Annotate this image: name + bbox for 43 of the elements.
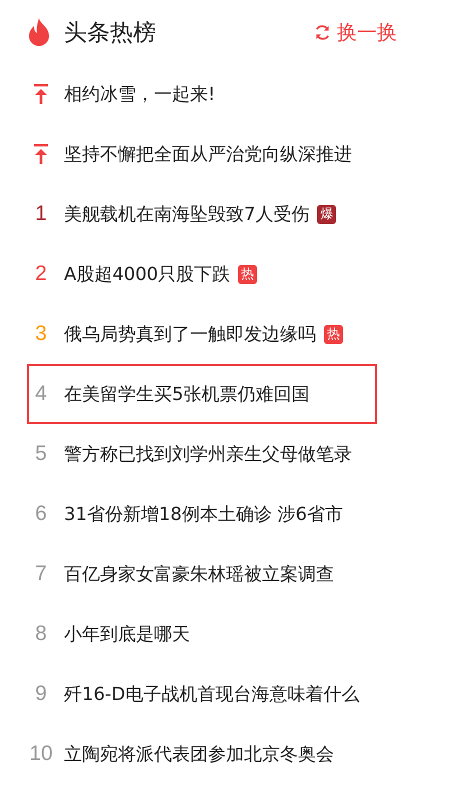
news-item[interactable]: 2 A股超4000只股下跌 热 bbox=[27, 244, 377, 304]
news-item[interactable]: 坚持不懈把全面从严治党向纵深推进 bbox=[27, 124, 377, 184]
news-headline: 歼16-D电子战机首现台海意味着什么 bbox=[64, 683, 360, 706]
rank-number: 6 bbox=[35, 502, 47, 526]
news-item[interactable]: 6 31省份新增18例本土确诊 涉6省市 bbox=[27, 484, 377, 544]
news-item[interactable]: 10 立陶宛将派代表团参加北京冬奥会 bbox=[27, 724, 377, 784]
news-headline: 小年到底是哪天 bbox=[64, 623, 190, 646]
hot-tag: 热 bbox=[238, 264, 258, 284]
rank-number: 9 bbox=[35, 682, 47, 706]
rank-number: 5 bbox=[35, 442, 47, 466]
news-headline: 在美留学生买5张机票仍难回国 bbox=[64, 383, 310, 406]
news-headline: 美舰载机在南海坠毁致7人受伤 bbox=[64, 203, 310, 226]
rank-number: 2 bbox=[35, 262, 47, 286]
news-headline: 相约冰雪，一起来! bbox=[64, 83, 216, 106]
rank-number: 4 bbox=[35, 382, 47, 406]
flame-icon bbox=[27, 18, 51, 46]
refresh-button[interactable]: 换一换 bbox=[314, 18, 397, 46]
hot-tag: 爆 bbox=[317, 204, 336, 224]
news-headline: 31省份新增18例本土确诊 涉6省市 bbox=[64, 503, 343, 526]
news-headline: 警方称已找到刘学州亲生父母做笔录 bbox=[64, 443, 352, 466]
news-headline: 立陶宛将派代表团参加北京冬奥会 bbox=[64, 743, 334, 766]
refresh-icon bbox=[314, 24, 331, 40]
pin-top-icon bbox=[34, 144, 48, 164]
news-item[interactable]: 5 警方称已找到刘学州亲生父母做笔录 bbox=[27, 424, 377, 484]
news-item[interactable]: 8 小年到底是哪天 bbox=[27, 604, 377, 664]
rank-number: 3 bbox=[35, 322, 47, 346]
rank-number: 10 bbox=[29, 742, 53, 766]
news-headline: 百亿身家女富豪朱林瑶被立案调查 bbox=[64, 563, 334, 586]
news-item[interactable]: 9 歼16-D电子战机首现台海意味着什么 bbox=[27, 664, 377, 724]
news-item[interactable]: 相约冰雪，一起来! bbox=[27, 64, 377, 124]
news-item[interactable]: 3 俄乌局势真到了一触即发边缘吗 热 bbox=[27, 304, 377, 364]
rank-number: 1 bbox=[35, 202, 47, 226]
panel-title: 头条热榜 bbox=[64, 18, 156, 48]
rank-number: 8 bbox=[35, 622, 47, 646]
hot-tag: 热 bbox=[324, 324, 343, 344]
news-headline: 俄乌局势真到了一触即发边缘吗 bbox=[64, 323, 316, 346]
news-item[interactable]: 1 美舰载机在南海坠毁致7人受伤 爆 bbox=[27, 184, 377, 244]
rank-number: 7 bbox=[35, 562, 47, 586]
news-item[interactable]: 7 百亿身家女富豪朱林瑶被立案调查 bbox=[27, 544, 377, 604]
news-item[interactable]: 4 在美留学生买5张机票仍难回国 bbox=[27, 364, 377, 424]
news-headline: 坚持不懈把全面从严治党向纵深推进 bbox=[64, 143, 352, 166]
pin-top-icon bbox=[34, 84, 48, 104]
news-headline: A股超4000只股下跌 bbox=[64, 263, 230, 286]
